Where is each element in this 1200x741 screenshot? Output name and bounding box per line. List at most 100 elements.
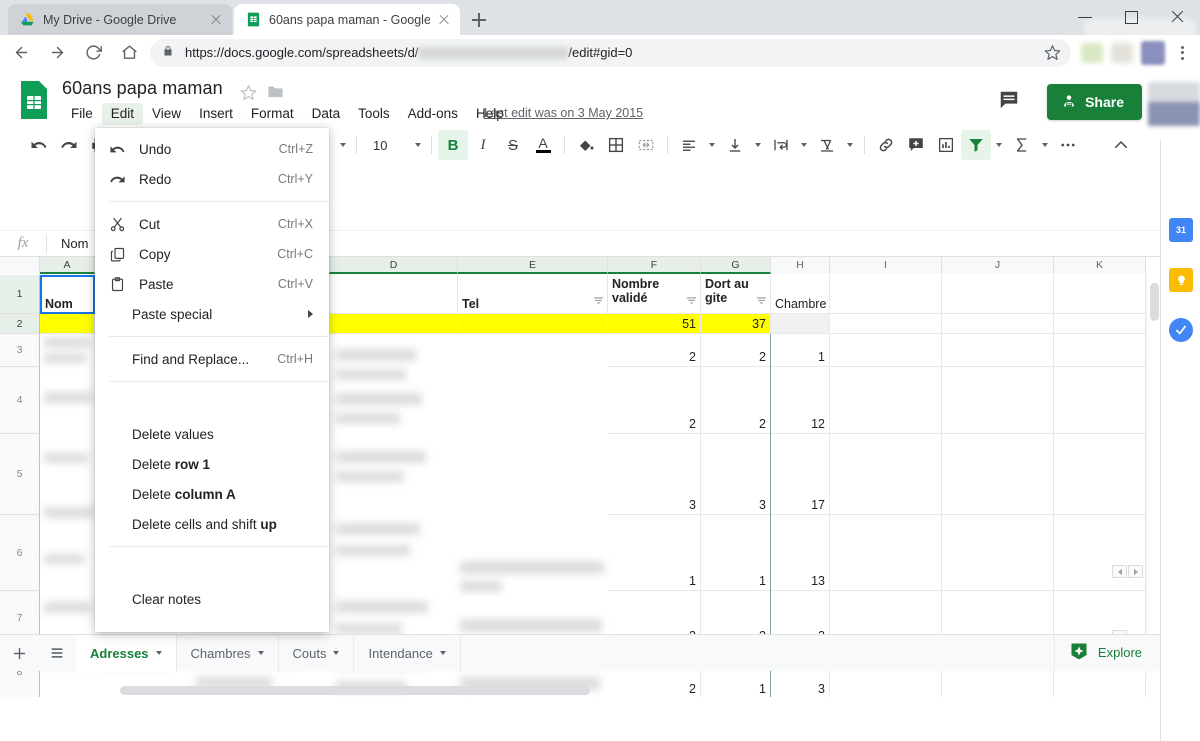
google-keep-icon[interactable] (1169, 268, 1193, 292)
menu-item-delete-row[interactable]: Delete values (95, 419, 329, 449)
address-bar[interactable]: https://docs.google.com/spreadsheets/d/ … (150, 38, 1071, 67)
redo-icon[interactable] (54, 130, 84, 160)
cell-k3[interactable] (1054, 334, 1146, 367)
cell-i5[interactable] (830, 434, 942, 515)
sheet-tab-intendance[interactable]: Intendance (354, 634, 461, 672)
menu-item-remove-tick-boxes[interactable]: Clear notes (95, 584, 329, 614)
share-button[interactable]: Share (1047, 84, 1142, 120)
borders-icon[interactable] (601, 130, 631, 160)
chevron-down-icon[interactable] (796, 130, 812, 160)
menu-tools[interactable]: Tools (349, 103, 399, 125)
explore-button[interactable]: Explore (1053, 634, 1156, 671)
cell-h1[interactable]: Chambre (771, 275, 830, 314)
cell-j5[interactable] (942, 434, 1054, 515)
folder-icon[interactable] (266, 83, 285, 105)
chevron-down-icon[interactable] (155, 651, 162, 655)
cell-j2[interactable] (942, 314, 1054, 334)
column-header-g[interactable]: G (701, 257, 771, 274)
close-icon[interactable] (1154, 0, 1200, 33)
cell-k1[interactable] (1054, 275, 1146, 314)
column-header-a[interactable]: A (40, 257, 95, 274)
all-sheets-icon[interactable] (38, 635, 76, 672)
cell-j3[interactable] (942, 334, 1054, 367)
italic-button[interactable]: I (468, 130, 498, 160)
row-header-6[interactable]: 6 (0, 515, 40, 591)
row-header-1[interactable]: 1 (0, 275, 40, 314)
formula-input[interactable]: Nom (47, 236, 88, 251)
home-icon[interactable] (114, 38, 144, 68)
vertical-align-icon[interactable] (720, 130, 750, 160)
cell-i2[interactable] (830, 314, 942, 334)
browser-tab-sheets[interactable]: 60ans papa maman - Google Sh (234, 4, 460, 35)
cell-h3[interactable]: 1 (771, 334, 830, 367)
close-icon[interactable] (208, 12, 224, 28)
sheet-prev-button[interactable] (1112, 565, 1127, 578)
browser-tab-my-drive[interactable]: My Drive - Google Drive (8, 4, 232, 35)
insert-comment-icon[interactable] (901, 130, 931, 160)
cell-k4[interactable] (1054, 367, 1146, 434)
menu-item-cut[interactable]: Cut Ctrl+X (95, 209, 329, 239)
cell-h2[interactable] (771, 314, 830, 334)
cell-j4[interactable] (942, 367, 1054, 434)
menu-item-paste-special[interactable]: Paste special (95, 299, 329, 329)
cell-j6[interactable] (942, 515, 1054, 591)
bold-button[interactable]: B (438, 130, 468, 160)
cell-f1[interactable]: Nombre validé (608, 275, 701, 314)
minimize-icon[interactable] (1062, 0, 1108, 33)
cell-f5[interactable]: 3 (608, 434, 701, 515)
select-all-corner[interactable] (0, 257, 40, 274)
cell-f2[interactable]: 51 (608, 314, 701, 334)
cell-d2[interactable] (330, 314, 458, 334)
column-header-f[interactable]: F (608, 257, 701, 274)
more-options-icon[interactable] (1053, 130, 1083, 160)
menu-item-copy[interactable]: Copy Ctrl+C (95, 239, 329, 269)
sheet-tab-adresses[interactable]: Adresses (76, 634, 177, 672)
sheet-tab-couts[interactable]: Couts (279, 634, 355, 672)
browser-profile-avatar[interactable] (1141, 40, 1165, 65)
cell-k5[interactable] (1054, 434, 1146, 515)
strikethrough-button[interactable]: S (498, 130, 528, 160)
menu-add-ons[interactable]: Add-ons (399, 103, 467, 125)
menu-insert[interactable]: Insert (190, 103, 242, 125)
undo-icon[interactable] (24, 130, 54, 160)
chevron-down-icon[interactable] (991, 130, 1007, 160)
cell-g5[interactable]: 3 (701, 434, 771, 515)
new-tab-button[interactable] (466, 7, 492, 33)
cell-a1[interactable]: Nom (40, 275, 95, 314)
cell-i1[interactable] (830, 275, 942, 314)
user-avatar[interactable] (1148, 82, 1200, 126)
maximize-icon[interactable] (1108, 0, 1154, 33)
menu-item-delete-cells-shift-up[interactable]: Delete column A (95, 479, 329, 509)
insert-link-icon[interactable] (871, 130, 901, 160)
column-header-i[interactable]: I (830, 257, 942, 274)
row-header-2[interactable]: 2 (0, 314, 40, 334)
page-title[interactable]: 60ans papa maman (62, 78, 223, 99)
reload-icon[interactable] (78, 38, 108, 68)
cell-e2[interactable] (458, 314, 608, 334)
sheet-tab-chambres[interactable]: Chambres (177, 634, 279, 672)
column-header-e[interactable]: E (458, 257, 608, 274)
chevron-down-icon[interactable] (1037, 130, 1053, 160)
chevron-down-icon[interactable] (704, 130, 720, 160)
fill-color-icon[interactable] (571, 130, 601, 160)
row-header-5[interactable]: 5 (0, 434, 40, 515)
add-sheet-icon[interactable] (0, 635, 38, 672)
menu-item-clear-notes[interactable] (95, 554, 329, 584)
comment-icon[interactable] (991, 82, 1027, 118)
column-header-k[interactable]: K (1054, 257, 1146, 274)
browser-extension-icon[interactable] (1111, 42, 1133, 63)
cell-d1[interactable] (330, 275, 458, 314)
cell-i6[interactable] (830, 515, 942, 591)
column-header-h[interactable]: H (771, 257, 830, 274)
cell-g6[interactable]: 1 (701, 515, 771, 591)
sheet-next-button[interactable] (1128, 565, 1143, 578)
browser-extension-icon[interactable] (1081, 42, 1103, 63)
cell-g1[interactable]: Dort au gite (701, 275, 771, 314)
vertical-scrollbar-thumb[interactable] (1150, 283, 1159, 321)
cell-k6[interactable] (1054, 515, 1146, 591)
chrome-menu-icon[interactable] (1170, 38, 1194, 68)
column-header-d[interactable]: D (330, 257, 458, 274)
filter-funnel-icon[interactable] (593, 295, 604, 309)
menu-item-find-and-replace[interactable]: Find and Replace... Ctrl+H (95, 344, 329, 374)
menu-view[interactable]: View (143, 103, 190, 125)
